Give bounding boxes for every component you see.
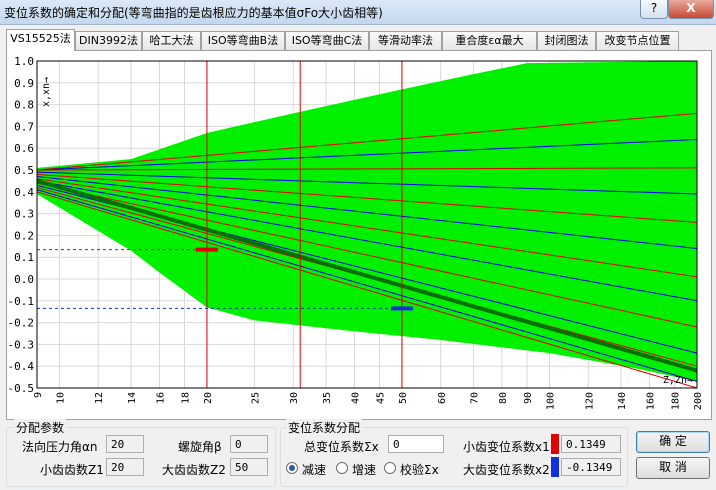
reduce-radio[interactable] <box>286 462 298 474</box>
y-tick-label: 1.0 <box>14 55 34 68</box>
total-shift-label: 总变位系数Σx <box>304 440 379 454</box>
tab-pitch-point[interactable]: 改变节点位置 <box>596 31 679 50</box>
z2-label: 大齿齿数Z2 <box>162 463 226 477</box>
x1-color-swatch <box>551 434 559 454</box>
y-tick-label: 0.8 <box>14 99 34 112</box>
y-tick-label: 0.1 <box>14 251 34 264</box>
y-tick-label: 0.9 <box>14 77 34 90</box>
x-tick-label: 12 <box>94 392 105 404</box>
y-tick-label: -0.3 <box>8 338 35 351</box>
x-tick-label: 30 <box>289 392 300 404</box>
x-tick-label: 100 <box>545 392 556 410</box>
x-tick-label: 200 <box>693 392 704 410</box>
x2-field[interactable]: -0.1349 <box>561 458 621 476</box>
z1-label: 小齿齿数Z1 <box>40 463 104 477</box>
tab-closed-graph[interactable]: 封闭图法 <box>537 31 596 50</box>
tab-hit[interactable]: 哈工大法 <box>142 31 201 50</box>
reduce-radio-label[interactable]: 减速 <box>302 461 326 478</box>
y-tick-label: 0.6 <box>14 142 34 155</box>
x1-label: 小齿变位系数x1 <box>463 440 550 454</box>
y-tick-label: 0.2 <box>14 229 34 242</box>
x-tick-label: 25 <box>250 392 261 404</box>
x-tick-label: 160 <box>646 392 657 410</box>
x-tick-label: 16 <box>155 392 166 404</box>
helix-angle-field[interactable]: 0 <box>230 435 268 453</box>
window-title: 变位系数的确定和分配(等弯曲指的是齿根应力的基本值σFo大小齿相等) <box>4 6 383 20</box>
shift-group-title: 变位系数分配 <box>286 419 363 436</box>
tab-vs15525[interactable]: VS15525法 <box>6 29 75 51</box>
y-tick-label: 0.4 <box>14 186 34 199</box>
z1-field[interactable]: 20 <box>106 458 144 476</box>
y-axis-label: x,xn→ <box>41 77 52 107</box>
total-shift-field[interactable]: 0 <box>388 435 444 453</box>
y-tick-label: -0.5 <box>8 382 35 395</box>
y-tick-label: -0.2 <box>8 317 35 330</box>
x-tick-label: 50 <box>398 392 409 404</box>
x-tick-label: 80 <box>498 392 509 404</box>
params-group-title: 分配参数 <box>14 419 67 436</box>
y-tick-label: 0.3 <box>14 208 34 221</box>
z2-field[interactable]: 50 <box>230 458 268 476</box>
tab-panel: -0.5 -0.4 -0.3 -0.2 -0.1 0.0 0.1 0.2 0.3 0.4 0.5 0.… <box>6 50 712 420</box>
y-tick-label: 0.0 <box>14 273 34 286</box>
x-tick-label: 180 <box>671 392 682 410</box>
x-tick-label: 70 <box>470 392 481 404</box>
y-tick-label: -0.1 <box>8 295 35 308</box>
tab-iso-c[interactable]: ISO等弯曲C法 <box>285 31 369 50</box>
x-tick-label: 20 <box>203 392 214 404</box>
shift-coefficient-chart[interactable]: -0.5 -0.4 -0.3 -0.2 -0.1 0.0 0.1 0.2 0.3 0.4 0.5 0.… <box>7 51 711 419</box>
x2-label: 大齿变位系数x2 <box>463 463 550 477</box>
tab-din3992[interactable]: DIN3992法 <box>75 31 142 50</box>
x-tick-label: 140 <box>617 392 628 410</box>
x-tick-label: 60 <box>437 392 448 404</box>
x-tick-label: 120 <box>584 392 595 410</box>
pressure-angle-field[interactable]: 20 <box>106 435 144 453</box>
y-tick-label: 0.7 <box>14 120 34 133</box>
check-radio-label[interactable]: 校验Σx <box>400 461 439 478</box>
check-radio[interactable] <box>384 462 396 474</box>
y-tick-label: 0.5 <box>14 164 34 177</box>
help-button[interactable]: ? <box>640 0 668 19</box>
x-tick-label: 10 <box>55 392 66 404</box>
x-tick-label: 18 <box>181 392 192 404</box>
pressure-angle-label: 法向压力角αn <box>22 440 98 454</box>
title-bar: 变位系数的确定和分配(等弯曲指的是齿根应力的基本值σFo大小齿相等) ? X <box>0 0 716 25</box>
x-tick-label: 14 <box>127 392 138 404</box>
ok-button[interactable]: 确 定 <box>636 431 710 453</box>
shift-point-marker <box>390 306 413 311</box>
x-tick-label: 40 <box>350 392 361 404</box>
close-button[interactable]: X <box>668 0 714 19</box>
helix-angle-label: 螺旋角β <box>178 440 222 454</box>
x-tick-label: 9 <box>33 392 44 398</box>
x1-field[interactable]: 0.1349 <box>561 435 621 453</box>
cancel-button[interactable]: 取 消 <box>636 457 710 479</box>
increase-radio[interactable] <box>336 462 348 474</box>
tab-equal-slide[interactable]: 等滑动率法 <box>369 31 442 50</box>
tab-iso-b[interactable]: ISO等弯曲B法 <box>201 31 285 50</box>
x-tick-label: 45 <box>376 392 387 404</box>
x-tick-label: 90 <box>523 392 534 404</box>
y-tick-label: -0.4 <box>8 360 35 373</box>
tab-max-contact-ratio[interactable]: 重合度εα最大 <box>442 31 537 50</box>
x-axis-label: Z,Zn→ <box>663 375 693 386</box>
increase-radio-label[interactable]: 增速 <box>352 461 376 478</box>
shift-point-marker <box>195 247 218 252</box>
x-tick-label: 35 <box>322 392 333 404</box>
x2-color-swatch <box>551 457 559 477</box>
